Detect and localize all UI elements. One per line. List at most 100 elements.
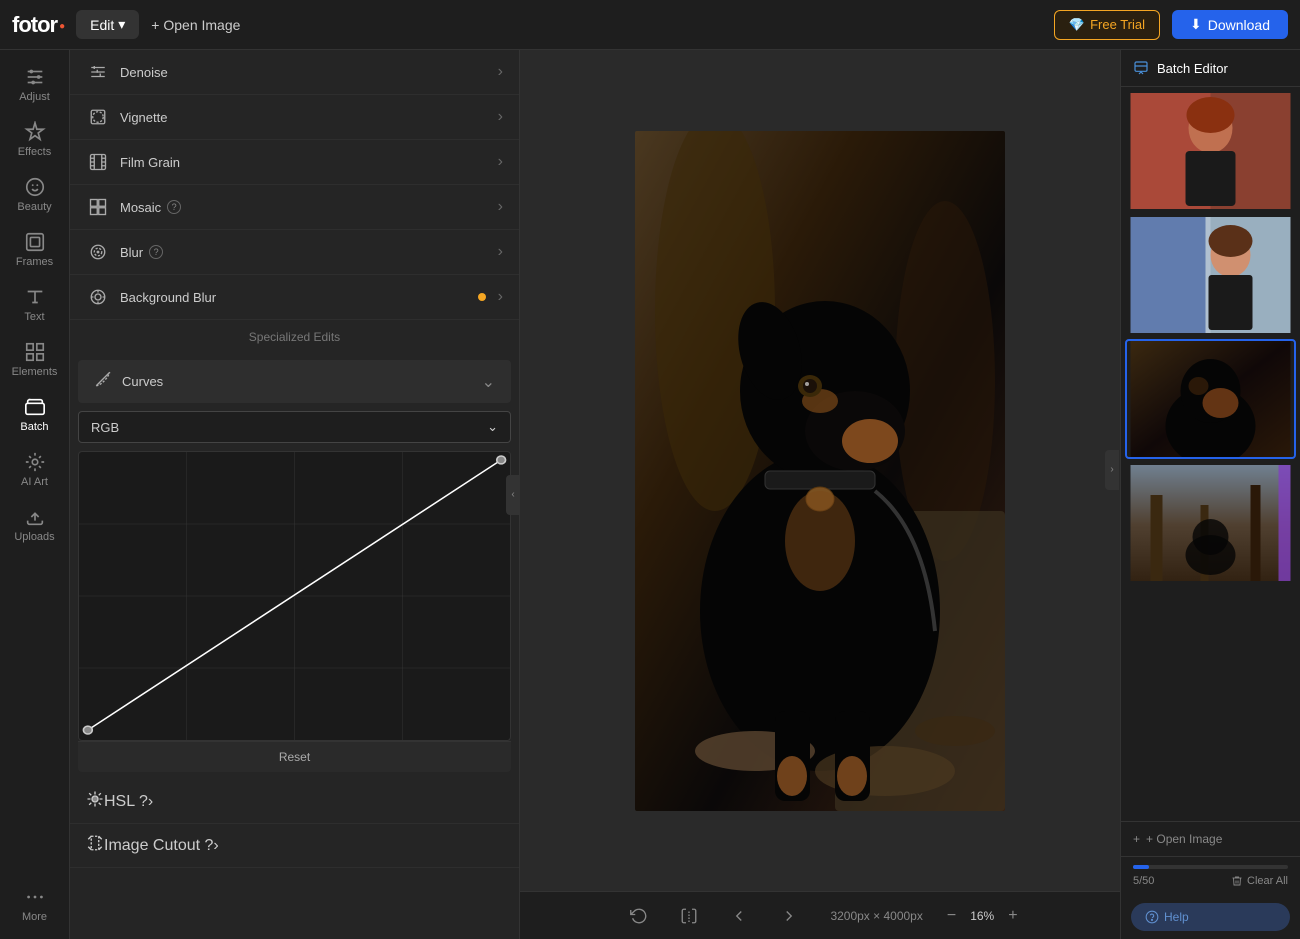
section-title: Specialized Edits (70, 320, 519, 354)
chevron-right-icon: › (498, 153, 503, 171)
image-cutout-item[interactable]: Image Cutout ? › (70, 824, 519, 868)
sidebar-item-frames[interactable]: Frames (4, 223, 66, 276)
batch-images-list (1121, 87, 1300, 821)
logo-dot: ● (59, 21, 64, 32)
help-circle-icon (1145, 910, 1159, 924)
zoom-out-button[interactable]: − (947, 907, 956, 925)
right-expand-handle[interactable]: › (1105, 450, 1119, 490)
collapse-panel-handle[interactable]: ‹ (506, 475, 520, 515)
sidebar-item-more[interactable]: More (4, 878, 66, 931)
batch-image-1[interactable] (1125, 91, 1296, 211)
left-panel: Denoise › Vignette › Film Grain › Mosaic… (70, 50, 520, 939)
chevron-right-icon: › (498, 198, 503, 216)
sidebar-item-label: More (22, 911, 47, 923)
open-image-button[interactable]: + Open Image (151, 17, 240, 33)
curves-content: RGB ⌄ (70, 403, 519, 780)
right-panel: Batch Editor (1120, 50, 1300, 939)
text-icon (24, 286, 46, 308)
rotate-button[interactable] (622, 903, 656, 929)
chevron-right-icon: › (498, 63, 503, 81)
chevron-right-icon: › (213, 837, 218, 855)
batch-thumb-2 (1127, 217, 1294, 335)
canvas-image (635, 131, 1005, 811)
sidebar-item-effects[interactable]: Effects (4, 113, 66, 166)
sliders-icon (24, 66, 46, 88)
main-layout: Adjust Effects Beauty Frames Text Elemen… (0, 50, 1300, 939)
plus-icon: + (1133, 832, 1140, 846)
sidebar-item-adjust[interactable]: Adjust (4, 58, 66, 111)
sidebar-item-text[interactable]: Text (4, 278, 66, 331)
left-nav: Adjust Effects Beauty Frames Text Elemen… (0, 50, 70, 939)
sidebar-item-ai-art[interactable]: AI Art (4, 443, 66, 496)
dog-image-svg (635, 131, 1005, 811)
trash-icon (1231, 875, 1243, 887)
sparkle-icon (24, 121, 46, 143)
help-button[interactable]: Help (1131, 903, 1290, 931)
flip-button[interactable] (672, 903, 706, 929)
batch-thumb-4 (1127, 465, 1294, 583)
blur-item[interactable]: Blur ? › (70, 230, 519, 275)
sidebar-item-label: Text (24, 311, 44, 323)
curves-chevron-icon: ⌄ (482, 372, 495, 392)
image-cutout-icon (86, 834, 104, 857)
chevron-right-icon: › (498, 243, 503, 261)
edit-button[interactable]: Edit ▾ (76, 10, 139, 39)
active-dot (478, 293, 486, 301)
zoom-controls: − 16% + (947, 907, 1018, 925)
face-icon (24, 176, 46, 198)
frame-icon (24, 231, 46, 253)
chevron-right-icon: › (148, 793, 153, 811)
film-grain-item[interactable]: Film Grain › (70, 140, 519, 185)
curves-graph[interactable] (78, 451, 511, 741)
batch-image-3[interactable] (1125, 339, 1296, 459)
curves-header[interactable]: Curves ⌄ (78, 360, 511, 403)
clear-all-button[interactable]: Clear All (1231, 875, 1288, 887)
sidebar-item-batch[interactable]: Batch (4, 388, 66, 441)
open-image-small[interactable]: + + Open Image (1121, 821, 1300, 856)
sidebar-item-uploads[interactable]: Uploads (4, 498, 66, 551)
background-blur-icon (86, 285, 110, 309)
curves-label: Curves (122, 374, 482, 389)
sidebar-item-beauty[interactable]: Beauty (4, 168, 66, 221)
curves-icon (94, 370, 112, 393)
dimension-info: 3200px × 4000px (830, 909, 922, 923)
layers-icon (24, 396, 46, 418)
hsl-item[interactable]: HSL ? › (70, 780, 519, 824)
help-icon: ? (149, 245, 163, 259)
background-blur-item[interactable]: Background Blur › (70, 275, 519, 320)
mosaic-icon (86, 195, 110, 219)
sidebar-item-elements[interactable]: Elements (4, 333, 66, 386)
main-area: 3200px × 4000px − 16% + (520, 50, 1120, 939)
batch-editor-icon (1133, 60, 1149, 76)
bottom-toolbar: 3200px × 4000px − 16% + (520, 891, 1120, 939)
upload-icon (24, 506, 46, 528)
help-icon: ? (205, 837, 214, 854)
batch-progress-bar (1133, 865, 1288, 869)
vignette-item[interactable]: Vignette › (70, 95, 519, 140)
sidebar-item-label: Batch (20, 421, 48, 433)
film-grain-icon (86, 150, 110, 174)
sidebar-item-label: Effects (18, 146, 51, 158)
zoom-in-button[interactable]: + (1008, 907, 1017, 925)
download-button[interactable]: ⬇ Download (1172, 10, 1288, 39)
free-trial-button[interactable]: 💎 Free Trial (1054, 10, 1160, 40)
mosaic-item[interactable]: Mosaic ? › (70, 185, 519, 230)
next-button[interactable] (772, 903, 806, 929)
sidebar-item-label: AI Art (21, 476, 48, 488)
blur-icon (86, 240, 110, 264)
rgb-channel-select[interactable]: RGB ⌄ (78, 411, 511, 443)
prev-button[interactable] (722, 903, 756, 929)
batch-thumb-3 (1127, 341, 1294, 459)
canvas-area (520, 50, 1120, 891)
denoise-item[interactable]: Denoise › (70, 50, 519, 95)
help-icon: ? (139, 793, 148, 810)
zoom-level: 16% (964, 909, 1000, 923)
sidebar-item-label: Uploads (14, 531, 54, 543)
sidebar-item-label: Beauty (17, 201, 51, 213)
sidebar-item-label: Adjust (19, 91, 50, 103)
vignette-icon (86, 105, 110, 129)
curves-reset-button[interactable]: Reset (78, 741, 511, 772)
batch-thumb-1 (1127, 93, 1294, 211)
batch-image-2[interactable] (1125, 215, 1296, 335)
batch-image-4[interactable] (1125, 463, 1296, 583)
